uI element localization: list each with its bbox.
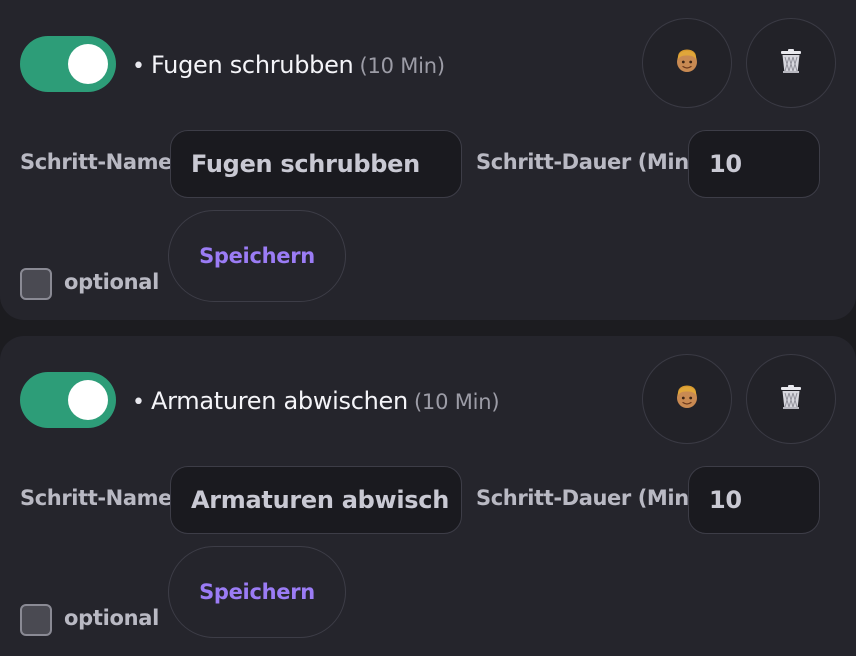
- bullet-icon: •: [132, 54, 145, 79]
- step-title-duration: (10 Min): [413, 390, 500, 414]
- assign-person-button[interactable]: [642, 354, 732, 444]
- step-title-duration: (10 Min): [359, 54, 445, 78]
- step-title: • Armaturen abwischen (10 Min): [132, 384, 500, 418]
- assign-person-button[interactable]: [642, 18, 732, 108]
- step-card: • Armaturen abwischen (10 Min) Schritt-N…: [0, 336, 856, 656]
- step-duration-input[interactable]: 10: [688, 130, 820, 198]
- save-button[interactable]: Speichern: [168, 210, 346, 302]
- delete-step-button[interactable]: [746, 354, 836, 444]
- toggle-knob: [68, 44, 108, 84]
- trash-icon: [776, 382, 806, 416]
- optional-checkbox[interactable]: [20, 268, 52, 300]
- person-avatar-icon: [672, 46, 702, 80]
- step-name-label: Schritt-Name: [20, 486, 172, 510]
- step-duration-label: Schritt-Dauer (Min): [476, 150, 698, 174]
- person-avatar-icon: [672, 382, 702, 416]
- step-title: • Fugen schrubben (10 Min): [132, 48, 445, 82]
- step-card: • Fugen schrubben (10 Min) Schritt-Name …: [0, 0, 856, 320]
- step-duration-label: Schritt-Dauer (Min): [476, 486, 698, 510]
- optional-checkbox[interactable]: [20, 604, 52, 636]
- optional-label: optional: [64, 270, 160, 294]
- save-button[interactable]: Speichern: [168, 546, 346, 638]
- trash-icon: [776, 46, 806, 80]
- step-name-label: Schritt-Name: [20, 150, 172, 174]
- step-name-input[interactable]: Fugen schrubben: [170, 130, 462, 198]
- bullet-icon: •: [132, 390, 145, 415]
- step-enabled-toggle[interactable]: [20, 372, 116, 428]
- step-title-name: Fugen schrubben: [150, 51, 354, 79]
- step-name-input[interactable]: Armaturen abwisch: [170, 466, 462, 534]
- toggle-knob: [68, 380, 108, 420]
- optional-label: optional: [64, 606, 160, 630]
- step-enabled-toggle[interactable]: [20, 36, 116, 92]
- step-duration-input[interactable]: 10: [688, 466, 820, 534]
- step-title-name: Armaturen abwischen: [150, 387, 408, 415]
- delete-step-button[interactable]: [746, 18, 836, 108]
